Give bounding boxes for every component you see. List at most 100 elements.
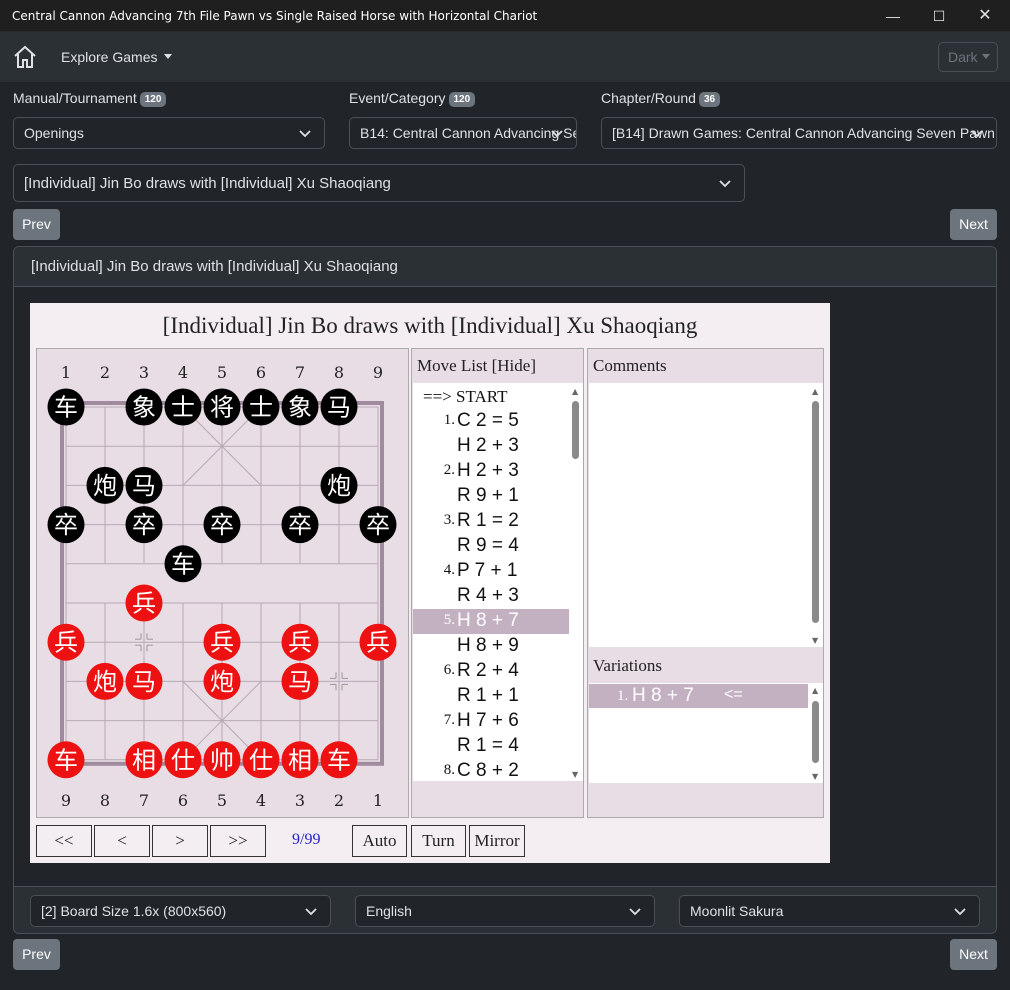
scroll-thumb[interactable] (572, 401, 579, 459)
red-piece[interactable]: 兵 (359, 623, 397, 661)
language-select[interactable]: English (355, 895, 655, 927)
red-piece[interactable]: 兵 (203, 623, 241, 661)
prev-move-button[interactable]: < (94, 825, 150, 857)
red-piece[interactable]: 兵 (281, 623, 319, 661)
move-item[interactable]: H 2 + 3 (413, 434, 569, 459)
black-piece[interactable]: 车 (47, 388, 85, 426)
red-piece[interactable]: 车 (47, 741, 85, 779)
explore-games-dropdown[interactable]: Explore Games (61, 49, 173, 65)
event-select[interactable]: B14: Central Cannon Advancing Seven Pawn (349, 117, 577, 149)
piece-char: 象 (132, 394, 156, 422)
red-piece[interactable]: 兵 (125, 584, 163, 622)
red-piece[interactable]: 帅 (203, 741, 241, 779)
maximize-icon[interactable]: ☐ (916, 0, 962, 32)
next-game-button-bottom[interactable]: Next (950, 939, 997, 970)
comments-scrollbar[interactable]: ▲ ▼ (809, 383, 823, 647)
board-theme-select[interactable]: Moonlit Sakura (679, 895, 980, 927)
black-piece[interactable]: 卒 (281, 506, 319, 544)
xiangqi-board[interactable]: 1 2 3 4 5 6 7 8 99 8 7 6 5 4 3 2 1 车象士将士象马炮马炮卒卒卒卒卒车兵兵兵兵兵… (37, 349, 408, 817)
theme-toggle-button[interactable]: Dark (938, 42, 998, 72)
variations-header: Variations (593, 656, 662, 675)
move-item[interactable]: 1. C 2 = 5 (413, 409, 569, 434)
first-move-button[interactable]: << (36, 825, 92, 857)
turn-board-button[interactable]: Turn (411, 825, 466, 857)
scroll-thumb[interactable] (812, 401, 819, 623)
manual-select[interactable]: Openings (13, 117, 325, 149)
black-piece[interactable]: 卒 (47, 506, 85, 544)
red-piece[interactable]: 马 (281, 662, 319, 700)
scroll-down-icon[interactable]: ▼ (812, 772, 818, 781)
board-theme-value: Moonlit Sakura (690, 903, 784, 919)
red-piece[interactable]: 相 (125, 741, 163, 779)
piece-char: 兵 (54, 629, 78, 657)
move-counter: 9/99 (292, 831, 321, 848)
red-piece[interactable]: 相 (281, 741, 319, 779)
black-piece[interactable]: 士 (242, 388, 280, 426)
move-list-scrollbar[interactable]: ▲ ▼ (569, 383, 583, 781)
black-piece[interactable]: 卒 (203, 506, 241, 544)
scroll-down-icon[interactable]: ▼ (572, 770, 578, 779)
scroll-up-icon[interactable]: ▲ (572, 387, 578, 396)
red-piece[interactable]: 炮 (86, 662, 124, 700)
red-piece[interactable]: 兵 (47, 623, 85, 661)
scroll-up-icon[interactable]: ▲ (812, 387, 818, 396)
move-start[interactable]: ==> START (413, 384, 569, 409)
move-item[interactable]: R 9 = 4 (413, 534, 569, 559)
next-move-button[interactable]: > (152, 825, 208, 857)
black-piece[interactable]: 马 (320, 388, 358, 426)
scroll-up-icon[interactable]: ▲ (812, 686, 818, 695)
move-item[interactable]: 2. H 2 + 3 (413, 459, 569, 484)
red-piece[interactable]: 仕 (164, 741, 202, 779)
file-label-top: 3 (139, 363, 149, 382)
move-item[interactable]: 8. C 8 + 2 (413, 759, 569, 781)
variations-scrollbar[interactable]: ▲ ▼ (809, 683, 823, 783)
minimize-icon[interactable]: — (870, 0, 916, 32)
game-select[interactable]: [Individual] Jin Bo draws with [Individu… (13, 164, 745, 202)
piece-char: 兵 (366, 629, 390, 657)
red-piece[interactable]: 马 (125, 662, 163, 700)
black-piece[interactable]: 象 (125, 388, 163, 426)
black-piece[interactable]: 士 (164, 388, 202, 426)
move-item[interactable]: R 1 + 1 (413, 684, 569, 709)
move-item[interactable]: R 1 = 4 (413, 734, 569, 759)
scroll-down-icon[interactable]: ▼ (812, 636, 818, 645)
red-piece[interactable]: 车 (320, 741, 358, 779)
black-piece[interactable]: 将 (203, 388, 241, 426)
chapter-select[interactable]: [B14] Drawn Games: Central Cannon Advanc… (601, 117, 997, 149)
next-game-button[interactable]: Next (950, 209, 997, 240)
variation-item[interactable]: 1. H 8 + 7 <= (589, 684, 808, 708)
black-piece[interactable]: 卒 (125, 506, 163, 544)
scroll-thumb[interactable] (812, 701, 819, 763)
move-item[interactable]: R 9 + 1 (413, 484, 569, 509)
last-move-button[interactable]: >> (210, 825, 266, 857)
move-list-header[interactable]: Move List [Hide] (412, 349, 583, 381)
move-item[interactable]: H 8 + 9 (413, 634, 569, 659)
move-list[interactable]: ==> START 1. C 2 = 5H 2 + 3 2. H 2 + 3R 9 + … (413, 383, 569, 781)
black-piece[interactable]: 车 (164, 545, 202, 583)
black-piece[interactable]: 马 (125, 466, 163, 504)
prev-game-button-bottom[interactable]: Prev (13, 939, 60, 970)
mirror-board-button[interactable]: Mirror (469, 825, 525, 857)
home-icon[interactable] (12, 44, 38, 70)
prev-game-button[interactable]: Prev (13, 209, 60, 240)
red-piece[interactable]: 炮 (203, 662, 241, 700)
close-icon[interactable]: ✕ (962, 0, 1008, 32)
move-text: R 2 + 4 (457, 660, 519, 681)
black-piece[interactable]: 象 (281, 388, 319, 426)
red-piece[interactable]: 仕 (242, 741, 280, 779)
black-piece[interactable]: 炮 (86, 466, 124, 504)
move-item[interactable]: 4. P 7 + 1 (413, 559, 569, 584)
move-item[interactable]: 7. H 7 + 6 (413, 709, 569, 734)
move-item[interactable]: R 4 + 3 (413, 584, 569, 609)
black-piece[interactable]: 卒 (359, 506, 397, 544)
move-text: H 7 + 6 (457, 710, 519, 731)
variations-list[interactable]: 1. H 8 + 7 <= (589, 683, 809, 783)
file-label-top: 5 (217, 363, 227, 382)
move-item-selected[interactable]: 5. H 8 + 7 (413, 609, 569, 634)
black-piece[interactable]: 炮 (320, 466, 358, 504)
board-size-select[interactable]: [2] Board Size 1.6x (800x560) (30, 895, 331, 927)
auto-play-button[interactable]: Auto (352, 825, 407, 857)
comments-box[interactable] (589, 383, 809, 647)
move-item[interactable]: 6. R 2 + 4 (413, 659, 569, 684)
move-item[interactable]: 3. R 1 = 2 (413, 509, 569, 534)
